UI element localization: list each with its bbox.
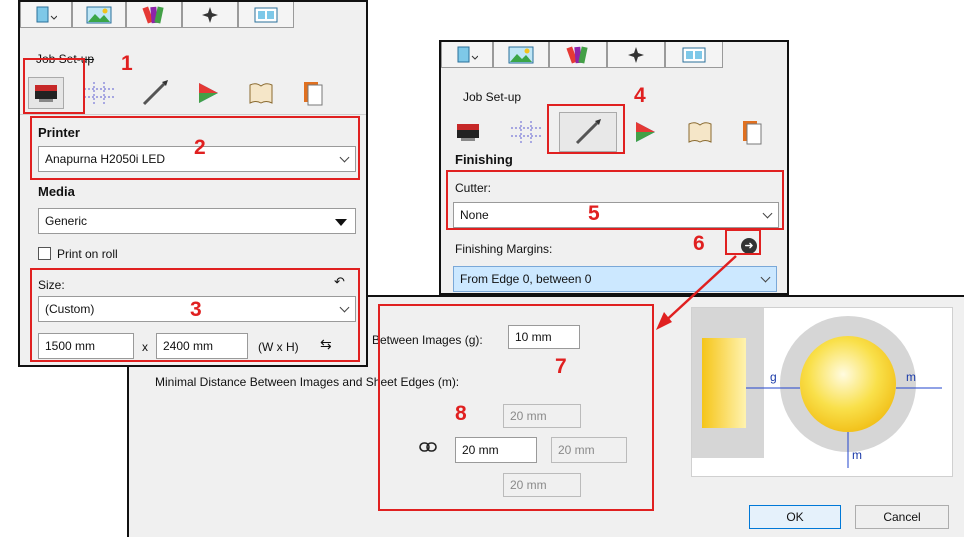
callout-arrow: [656, 255, 737, 330]
